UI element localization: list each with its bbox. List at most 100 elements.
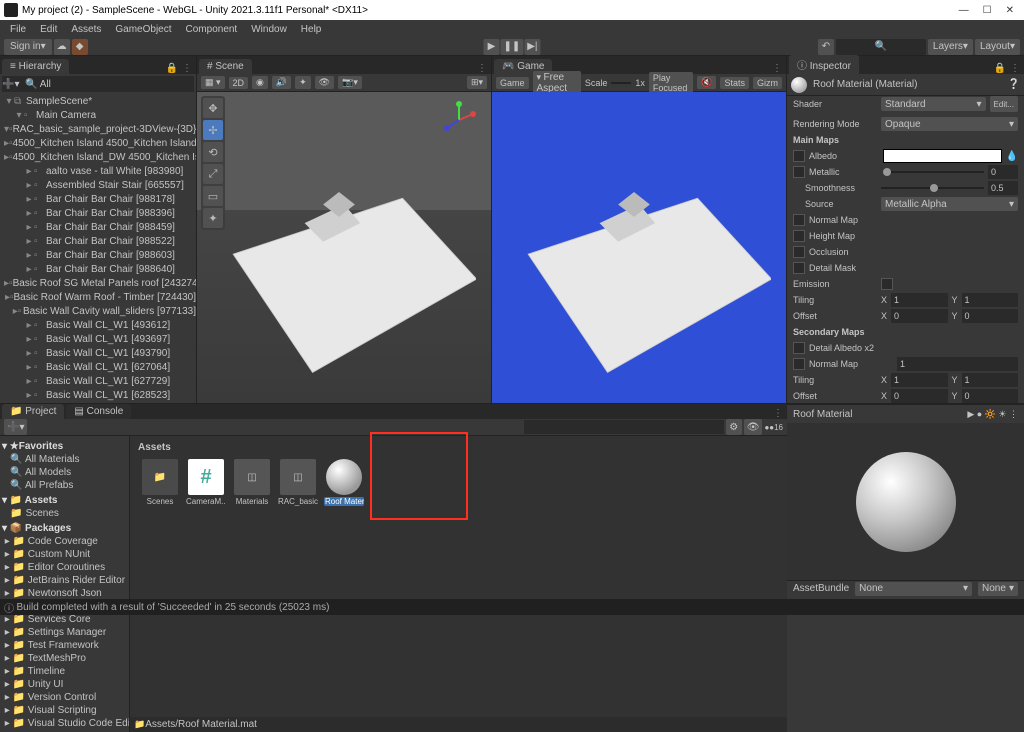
mute-toggle[interactable]: 🔇 xyxy=(697,76,716,89)
project-search[interactable] xyxy=(524,420,724,434)
package-item[interactable]: ▸ 📁 Unity UI xyxy=(2,678,127,691)
create-button[interactable]: ➕▾ xyxy=(4,419,27,435)
draw-mode-dropdown[interactable]: ▦ ▾ xyxy=(201,76,225,89)
services-button[interactable]: ◆ xyxy=(72,39,88,55)
hierarchy-item[interactable]: ▾▫Main Camera xyxy=(4,108,196,122)
package-item[interactable]: ▸ 📁 Visual Studio Code Editor xyxy=(2,717,127,730)
console-tab[interactable]: ▤ Console xyxy=(66,404,131,419)
panel-lock-icon[interactable]: 🔒 xyxy=(994,63,1006,74)
package-item[interactable]: ▸ 📁 Version Control xyxy=(2,691,127,704)
hierarchy-item[interactable]: ▸▫aalto vase - tall White [983980] xyxy=(4,164,196,178)
gizmos-toggle[interactable]: Gizm xyxy=(753,77,782,89)
panel-lock-icon[interactable]: 🔒 xyxy=(166,63,178,74)
hierarchy-item[interactable]: ▸▫Bar Chair Bar Chair [988178] xyxy=(4,192,196,206)
assetbundle-dropdown[interactable]: None▾ xyxy=(855,582,972,596)
shader-dropdown[interactable]: Standard▾ xyxy=(881,97,986,111)
menu-component[interactable]: Component xyxy=(180,24,244,35)
play-button[interactable]: ▶ xyxy=(483,39,499,55)
albedo-texture[interactable] xyxy=(793,150,805,162)
hierarchy-item[interactable]: ▸▫Bar Chair Bar Chair [988640] xyxy=(4,262,196,276)
hierarchy-item[interactable]: ▸▫Basic Wall CL_W1 [493790] xyxy=(4,346,196,360)
aspect-dropdown[interactable]: ▾ Free Aspect xyxy=(533,71,581,95)
package-item[interactable]: ▸ 📁 Settings Manager xyxy=(2,626,127,639)
cloud-button[interactable]: ☁ xyxy=(54,39,70,55)
package-item[interactable]: ▸ 📁 Timeline xyxy=(2,665,127,678)
package-item[interactable]: ▸ 📁 TextMeshPro xyxy=(2,652,127,665)
heightmap-texture[interactable] xyxy=(793,230,805,242)
rendering-mode-dropdown[interactable]: Opaque▾ xyxy=(881,117,1018,131)
detail-albedo-texture[interactable] xyxy=(793,342,805,354)
panel-menu-icon[interactable]: ⋮ xyxy=(182,63,192,74)
maximize-button[interactable]: ☐ xyxy=(983,5,992,16)
hierarchy-item[interactable]: ▸▫Basic Wall CL_W1 [627064] xyxy=(4,360,196,374)
material-preview[interactable] xyxy=(787,423,1024,580)
hierarchy-item[interactable]: ▸▫4500_Kitchen Island 4500_Kitchen Islan… xyxy=(4,136,196,150)
panel-menu-icon[interactable]: ⋮ xyxy=(773,408,783,419)
menu-help[interactable]: Help xyxy=(295,24,328,35)
scene-canvas[interactable]: ✥ ✢ ⟲ ⤢ ▭ ✦ xyxy=(197,92,491,403)
albedo-color[interactable] xyxy=(883,149,1002,163)
asset-item[interactable]: 📁Scenes xyxy=(140,459,180,506)
scene-tab[interactable]: # Scene xyxy=(199,59,252,74)
occlusion-texture[interactable] xyxy=(793,246,805,258)
hierarchy-item[interactable]: ▸▫Basic Wall CL_W1 [493697] xyxy=(4,332,196,346)
sec-normalmap-texture[interactable] xyxy=(793,358,805,370)
stats-toggle[interactable]: Stats xyxy=(720,77,749,89)
menu-assets[interactable]: Assets xyxy=(65,24,107,35)
detailmask-texture[interactable] xyxy=(793,262,805,274)
audio-toggle[interactable]: 🔊 xyxy=(272,76,291,89)
game-canvas[interactable] xyxy=(492,92,786,403)
package-item[interactable]: ▸ 📁 Test Framework xyxy=(2,639,127,652)
hierarchy-item[interactable]: ▸▫Basic Wall CL_W1 [493612] xyxy=(4,318,196,332)
hierarchy-item[interactable]: ▸▫Basic Roof SG Metal Panels roof [24327… xyxy=(4,276,196,290)
menu-window[interactable]: Window xyxy=(245,24,293,35)
help-icon[interactable]: ❔ xyxy=(1008,79,1020,90)
scene-root[interactable]: ▾⧉SampleScene* xyxy=(4,94,196,108)
favorite-item[interactable]: 🔍 All Prefabs xyxy=(2,479,127,492)
undo-history-button[interactable]: ↶ xyxy=(818,39,834,55)
hierarchy-item[interactable]: ▸▫Basic Wall Foundation - 300mm Concrete… xyxy=(4,402,196,403)
panel-menu-icon[interactable]: ⋮ xyxy=(477,63,487,74)
asset-folder[interactable]: 📁 Scenes xyxy=(2,507,127,520)
project-breadcrumb[interactable]: 📁 Assets/Roof Material.mat xyxy=(130,717,787,732)
panel-menu-icon[interactable]: ⋮ xyxy=(1010,63,1020,74)
menu-gameobject[interactable]: GameObject xyxy=(109,24,177,35)
minimize-button[interactable]: — xyxy=(959,5,969,16)
panel-menu-icon[interactable]: ⋮ xyxy=(772,63,782,74)
project-tab[interactable]: 📁 Project xyxy=(2,404,64,419)
view-tool[interactable]: ✥ xyxy=(203,98,223,118)
hierarchy-item[interactable]: ▸▫Bar Chair Bar Chair [988396] xyxy=(4,206,196,220)
signin-button[interactable]: Sign in ▾ xyxy=(4,39,52,55)
edit-shader-button[interactable]: Edit... xyxy=(990,96,1018,112)
tiling-x[interactable]: 1 xyxy=(891,293,947,307)
preview-controls[interactable]: ▶ ● 🔆 ☀ ⋮ xyxy=(967,409,1018,420)
tiling-y[interactable]: 1 xyxy=(962,293,1018,307)
hierarchy-item[interactable]: ▸▫Bar Chair Bar Chair [988603] xyxy=(4,248,196,262)
display-dropdown[interactable]: Game xyxy=(496,77,529,89)
hierarchy-item[interactable]: ▸▫Basic Roof Warm Roof - Timber [724430] xyxy=(4,290,196,304)
layers-dropdown[interactable]: Layers ▾ xyxy=(928,39,973,55)
asset-item[interactable]: ◫Materials xyxy=(232,459,272,506)
metallic-texture[interactable] xyxy=(793,166,805,178)
scale-tool[interactable]: ⤢ xyxy=(203,164,223,184)
close-button[interactable]: ✕ xyxy=(1006,5,1014,16)
inspector-tab[interactable]: ⓘ Inspector xyxy=(789,55,859,74)
hierarchy-search[interactable]: ➕▾ 🔍 All xyxy=(2,76,194,92)
filter-button[interactable]: ⚙ xyxy=(726,419,742,435)
hierarchy-item[interactable]: ▸▫Bar Chair Bar Chair [988522] xyxy=(4,234,196,248)
assetbundle-variant-dropdown[interactable]: None▾ xyxy=(978,582,1018,596)
asset-item[interactable]: #CameraM... xyxy=(186,459,226,506)
hierarchy-item[interactable]: ▸▫Basic Wall CL_W1 [627729] xyxy=(4,374,196,388)
global-search[interactable]: 🔍 xyxy=(836,39,926,55)
package-item[interactable]: ▸ 📁 Visual Scripting xyxy=(2,704,127,717)
gizmo-toggle[interactable]: ⊞▾ xyxy=(467,76,487,89)
asset-item[interactable]: ◫RAC_basic... xyxy=(278,459,318,506)
hierarchy-item[interactable]: ▸▫4500_Kitchen Island_DW 4500_Kitchen Is… xyxy=(4,150,196,164)
scene-visibility[interactable]: 👁 xyxy=(315,76,334,89)
package-item[interactable]: ▸ 📁 Editor Coroutines xyxy=(2,561,127,574)
visibility-button[interactable]: 👁 xyxy=(744,419,763,435)
favorite-item[interactable]: 🔍 All Models xyxy=(2,466,127,479)
package-item[interactable]: ▸ 📁 Code Coverage xyxy=(2,535,127,548)
move-tool[interactable]: ✢ xyxy=(203,120,223,140)
smoothness-source-dropdown[interactable]: Metallic Alpha▾ xyxy=(881,197,1018,211)
